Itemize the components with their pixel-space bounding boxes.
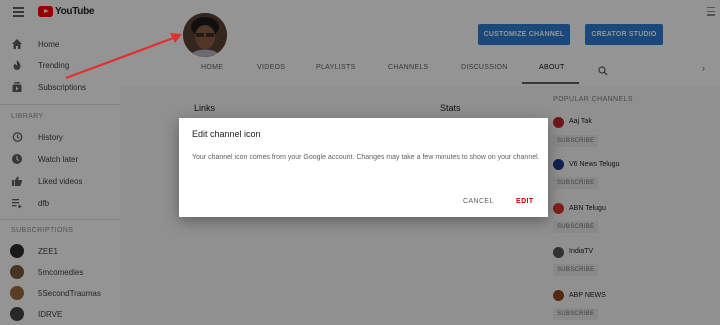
edit-button[interactable]: EDIT [516, 198, 534, 205]
dialog-message: Your channel icon comes from your Google… [192, 154, 540, 161]
cancel-button[interactable]: CANCEL [463, 198, 494, 205]
edit-channel-icon-dialog: Edit channel icon Your channel icon come… [179, 118, 548, 217]
dialog-title: Edit channel icon [192, 129, 261, 139]
